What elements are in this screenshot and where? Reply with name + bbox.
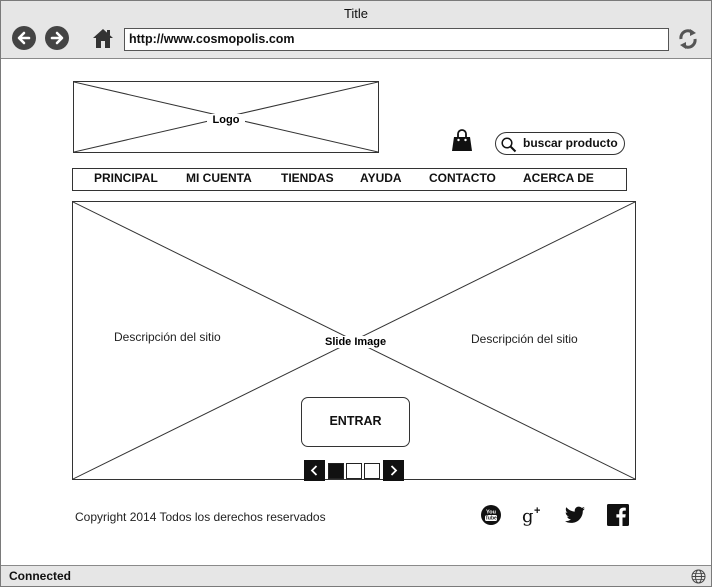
main-menu: PRINCIPAL MI CUENTA TIENDAS AYUDA CONTAC… bbox=[72, 168, 627, 191]
menu-item-tiendas[interactable]: TIENDAS bbox=[281, 171, 334, 185]
logo-placeholder[interactable]: Logo bbox=[73, 81, 379, 153]
window-title: Title bbox=[343, 6, 369, 21]
reload-button[interactable] bbox=[677, 27, 699, 51]
site-description-right: Descripción del sitio bbox=[471, 332, 578, 346]
site-description-left: Descripción del sitio bbox=[114, 330, 221, 344]
menu-item-contacto[interactable]: CONTACTO bbox=[429, 171, 496, 185]
svg-text:You: You bbox=[486, 510, 496, 516]
menu-item-acerca-de[interactable]: ACERCA DE bbox=[523, 171, 594, 185]
status-text: Connected bbox=[9, 569, 72, 583]
copyright-text: Copyright 2014 Todos los derechos reserv… bbox=[75, 510, 326, 524]
slideshow: Slide Image Descripción del sitio Descri… bbox=[72, 201, 636, 481]
arrow-left-icon bbox=[17, 31, 31, 45]
slide-image-label: Slide Image bbox=[321, 336, 391, 348]
facebook-icon[interactable] bbox=[606, 503, 630, 527]
menu-item-mi-cuenta[interactable]: MI CUENTA bbox=[186, 171, 252, 185]
chevron-right-icon bbox=[390, 465, 398, 476]
previous-slide-button[interactable] bbox=[304, 460, 325, 481]
slide-dot-2[interactable] bbox=[346, 463, 362, 479]
status-bar: Connected bbox=[1, 565, 711, 586]
shopping-bag-icon[interactable] bbox=[451, 129, 473, 153]
search-icon bbox=[501, 137, 517, 153]
menu-item-principal[interactable]: PRINCIPAL bbox=[94, 171, 158, 185]
svg-text:Tube: Tube bbox=[485, 516, 497, 522]
home-icon bbox=[93, 29, 113, 48]
chevron-left-icon bbox=[310, 465, 318, 476]
menu-item-ayuda[interactable]: AYUDA bbox=[360, 171, 402, 185]
globe-icon bbox=[691, 569, 706, 584]
browser-window: Title http://www.cosmopolis.com Logo bus… bbox=[0, 0, 712, 587]
svg-text:+: + bbox=[534, 505, 540, 517]
forward-button[interactable] bbox=[45, 26, 69, 50]
twitter-icon[interactable] bbox=[563, 503, 587, 527]
google-plus-icon[interactable]: g + bbox=[521, 503, 545, 527]
refresh-icon bbox=[679, 29, 697, 49]
svg-text:g: g bbox=[522, 506, 534, 527]
back-button[interactable] bbox=[12, 26, 36, 50]
arrow-right-icon bbox=[50, 31, 64, 45]
youtube-icon[interactable]: You Tube bbox=[479, 503, 503, 527]
search-placeholder: buscar producto bbox=[523, 136, 618, 150]
enter-button[interactable]: ENTRAR bbox=[301, 397, 410, 447]
logo-label: Logo bbox=[206, 114, 246, 126]
home-button[interactable] bbox=[91, 26, 115, 50]
next-slide-button[interactable] bbox=[383, 460, 404, 481]
slide-dot-1[interactable] bbox=[328, 463, 344, 479]
address-bar[interactable]: http://www.cosmopolis.com bbox=[124, 28, 669, 51]
slide-dot-3[interactable] bbox=[364, 463, 380, 479]
browser-toolbar: Title http://www.cosmopolis.com bbox=[1, 1, 711, 59]
search-input[interactable]: buscar producto bbox=[495, 132, 625, 155]
